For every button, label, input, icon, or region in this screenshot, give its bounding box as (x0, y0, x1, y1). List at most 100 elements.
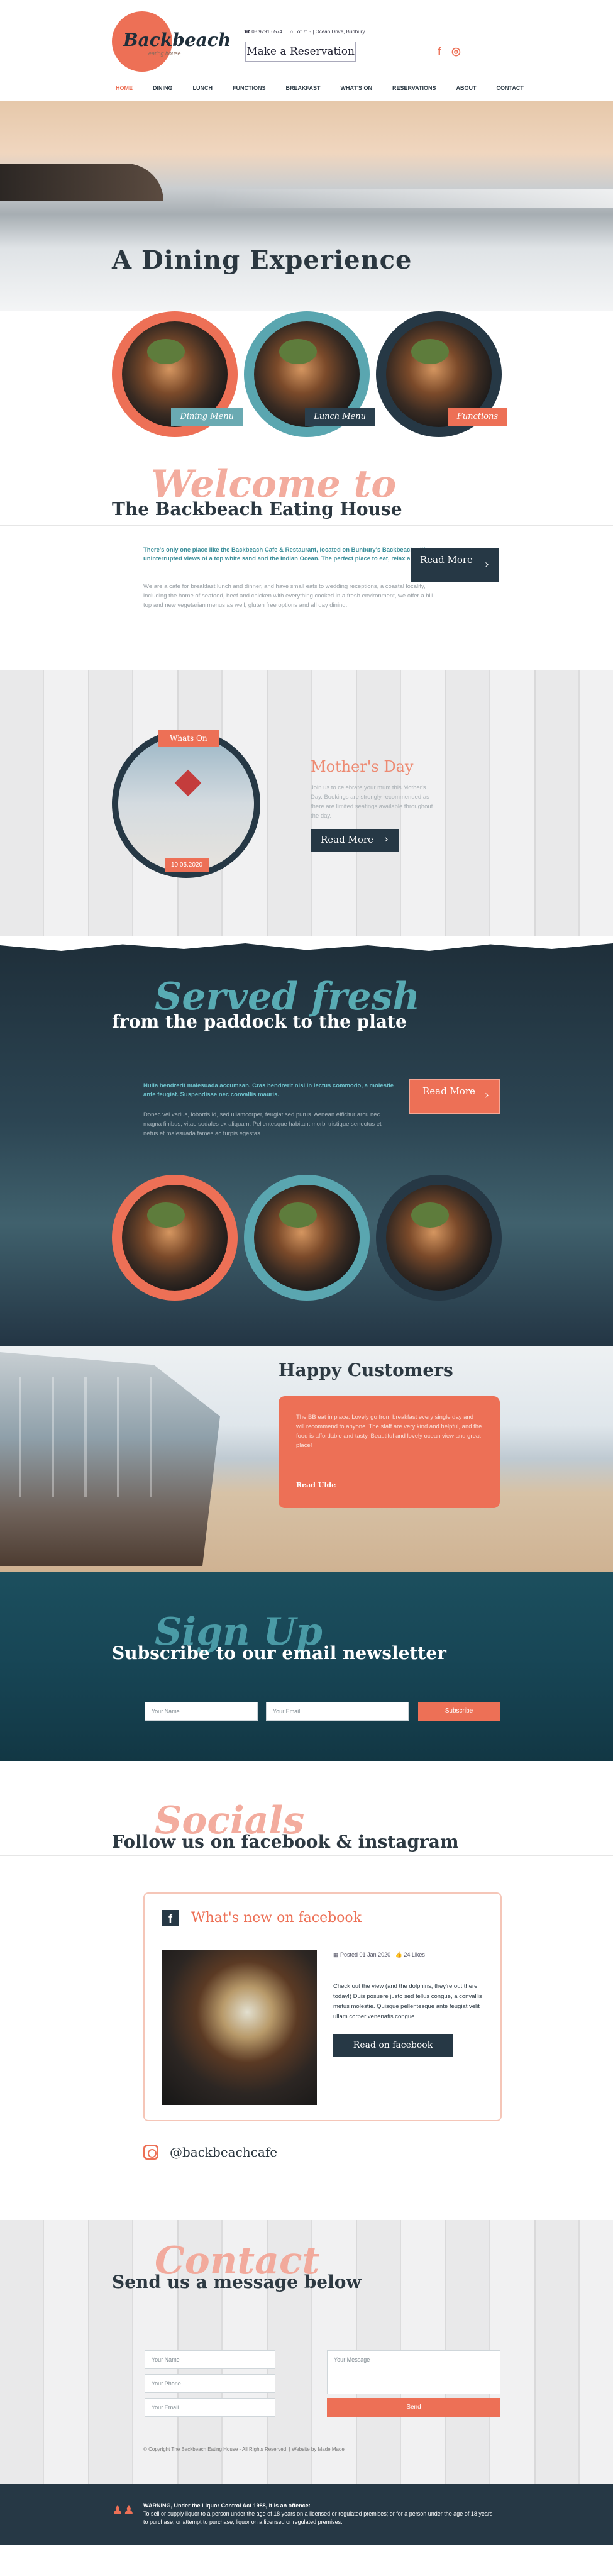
testimonial-quote: The BB eat in place. Lovely go from brea… (296, 1414, 482, 1449)
dish-photo (254, 1185, 360, 1291)
nav-reservations[interactable]: RESERVATIONS (382, 85, 446, 91)
chevron-right-icon: › (484, 1089, 489, 1102)
fresh-subtitle: from the paddock to the plate (112, 1011, 407, 1032)
nav-about[interactable]: ABOUT (446, 85, 487, 91)
post-meta: ▦ Posted 01 Jan 2020 👍 24 Likes (333, 1951, 425, 1958)
fresh-lead: Nulla hendrerit malesuada accumsan. Cras… (143, 1082, 394, 1098)
welcome-lead: There's only one place like the Backbeac… (143, 547, 436, 562)
read-more-label: Read More (422, 1085, 475, 1097)
hero-banner: A Dining Experience (0, 101, 613, 311)
newsletter-name-input[interactable]: Your Name (145, 1702, 258, 1721)
testimonial-card: The BB eat in place. Lovely go from brea… (279, 1396, 500, 1508)
contact-email-input[interactable]: Your Email (145, 2398, 275, 2417)
calendar-icon: ▦ (333, 1951, 339, 1958)
hero-title: A Dining Experience (112, 245, 412, 275)
copyright-text: © Copyright The Backbeach Eating House -… (143, 2446, 345, 2452)
instagram-icon[interactable]: ◎ (451, 45, 461, 58)
socials-divider (0, 1855, 613, 1856)
nav-breakfast[interactable]: BREAKFAST (276, 85, 331, 91)
subscribe-button[interactable]: Subscribe (418, 1702, 500, 1721)
beach-pavilion-photo (0, 1352, 220, 1566)
read-more-label: Read More (321, 834, 373, 845)
contact-section: Contact Send us a message below Your Nam… (0, 2220, 613, 2484)
heart-balloon (174, 769, 202, 797)
welcome-subtitle: The Backbeach Eating House (112, 499, 402, 519)
post-date: Posted 01 Jan 2020 (340, 1951, 391, 1958)
warning-glasses-icon: ♟♟ (112, 2504, 135, 2518)
main-nav: HOME DINING LUNCH FUNCTIONS BREAKFAST WH… (112, 85, 534, 91)
warning-body: To sell or supply liquor to a person und… (143, 2511, 493, 2525)
newsletter-section: Sign Up Subscribe to our email newslette… (0, 1572, 613, 1761)
logo-text[interactable]: Backbeach (123, 30, 231, 50)
nav-functions[interactable]: FUNCTIONS (223, 85, 276, 91)
event-description: Join us to celebrate your mum this Mothe… (311, 784, 433, 819)
contact-phone-input[interactable]: Your Phone (145, 2374, 275, 2393)
facebook-icon[interactable]: f (438, 45, 448, 58)
liquor-warning-bar: ♟♟ WARNING, Under the Liquor Control Act… (0, 2484, 613, 2545)
whats-on-section: Whats On 10.05.2020 Mother's Day Join us… (0, 670, 613, 937)
nav-contact[interactable]: CONTACT (487, 85, 534, 91)
fresh-dish-photo (244, 1175, 370, 1301)
nav-dining[interactable]: DINING (143, 85, 183, 91)
dish-photo (122, 1185, 228, 1291)
fresh-read-more-button[interactable]: Read More › (409, 1079, 500, 1114)
warning-heading: WARNING, Under the Liquor Control Act 19… (143, 2502, 311, 2509)
served-fresh-section: Served fresh from the paddock to the pla… (0, 936, 613, 1346)
logo-subtitle: eating house (148, 50, 181, 57)
event-photo (112, 730, 260, 878)
thumbs-up-icon: 👍 (395, 1951, 402, 1958)
testimonial-read-link[interactable]: Read Ulde (296, 1481, 336, 1489)
facebook-post-photo[interactable] (162, 1950, 317, 2105)
instagram-icon[interactable] (143, 2145, 158, 2160)
lunch-menu-circle[interactable]: Lunch Menu (244, 311, 375, 437)
instagram-row: @backbeachcafe (143, 2145, 277, 2160)
make-reservation-button[interactable]: Make a Reservation (245, 42, 356, 62)
happy-customers-section: Happy Customers The BB eat in place. Lov… (0, 1346, 613, 1572)
dining-menu-label[interactable]: Dining Menu (171, 408, 243, 426)
fresh-body: Donec vel varius, lobortis id, sed ullam… (143, 1111, 382, 1137)
event-title[interactable]: Mother's Day (311, 758, 413, 775)
glass-windows (19, 1377, 182, 1497)
send-button[interactable]: Send (327, 2398, 500, 2417)
event-read-more-button[interactable]: Read More › (311, 829, 399, 852)
signup-subtitle: Subscribe to our email newsletter (112, 1643, 446, 1663)
functions-circle[interactable]: Functions (376, 311, 507, 437)
socials-subtitle: Follow us on facebook & instagram (112, 1831, 459, 1852)
lunch-menu-label[interactable]: Lunch Menu (305, 408, 375, 426)
instagram-handle[interactable]: @backbeachcafe (170, 2145, 277, 2160)
contact-subtitle: Send us a message below (112, 2272, 362, 2292)
hero-rocks (0, 164, 163, 201)
dish-photo (386, 1185, 492, 1291)
event-date: 10.05.2020 (165, 858, 209, 872)
contact-message-textarea[interactable]: Your Message (327, 2350, 500, 2394)
site-header: Backbeach eating house ☎ 08 9791 6574 ⌂ … (0, 0, 613, 101)
read-on-facebook-button[interactable]: Read on facebook (333, 2034, 453, 2057)
facebook-feed-card: f What's new on facebook ▦ Posted 01 Jan… (143, 1892, 502, 2121)
chevron-right-icon: › (484, 558, 489, 571)
dining-menu-circle[interactable]: Dining Menu (112, 311, 243, 437)
post-likes: 24 Likes (404, 1951, 425, 1958)
happy-customers-title: Happy Customers (279, 1360, 453, 1380)
warning-text: WARNING, Under the Liquor Control Act 19… (143, 2502, 495, 2526)
header-social-links: f ◎ (438, 45, 461, 58)
welcome-read-more-button[interactable]: Read More › (411, 548, 499, 582)
menu-circles: Dining Menu Lunch Menu Functions (0, 311, 613, 462)
facebook-post-text: Check out the view (and the dolphins, th… (333, 1983, 482, 2020)
torn-edge-top (0, 936, 613, 951)
phone-number[interactable]: ☎ 08 9791 6574 (244, 29, 282, 35)
contact-name-input[interactable]: Your Name (145, 2350, 275, 2369)
socials-section: Socials Follow us on facebook & instagra… (0, 1761, 613, 2220)
nav-home[interactable]: HOME (112, 85, 143, 91)
fresh-dish-photo (376, 1175, 502, 1301)
fresh-dish-photo (112, 1175, 238, 1301)
welcome-body: We are a cafe for breakfast lunch and di… (143, 583, 433, 609)
address: ⌂ Lot 715 | Ocean Drive, Bunbury (290, 29, 365, 35)
hero-waves (211, 189, 613, 208)
newsletter-email-input[interactable]: Your Email (266, 1702, 409, 1721)
nav-lunch[interactable]: LUNCH (183, 85, 223, 91)
welcome-section: Welcome to The Backbeach Eating House Th… (0, 462, 613, 670)
whats-on-tag: Whats On (158, 730, 219, 747)
nav-whats-on[interactable]: WHAT'S ON (331, 85, 382, 91)
facebook-icon[interactable]: f (162, 1910, 179, 1926)
functions-label[interactable]: Functions (448, 408, 507, 426)
